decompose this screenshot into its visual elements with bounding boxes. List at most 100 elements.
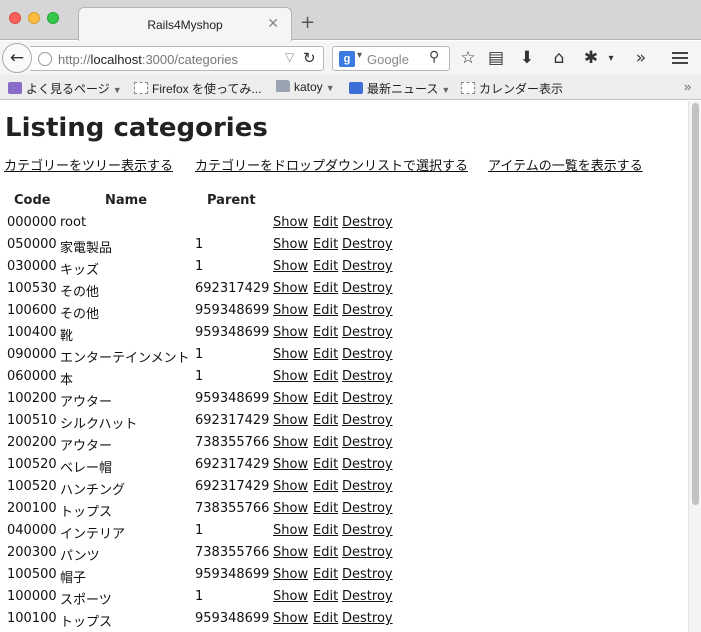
destroy-link[interactable]: Destroy <box>342 237 393 252</box>
edit-link[interactable]: Edit <box>313 501 338 516</box>
destroy-link[interactable]: Destroy <box>342 347 393 362</box>
show-link[interactable]: Show <box>273 523 308 538</box>
show-link[interactable]: Show <box>273 413 308 428</box>
bookmark-star-icon[interactable]: ☆ <box>457 48 479 68</box>
edit-link[interactable]: Edit <box>313 369 338 384</box>
overflow-chevron-icon[interactable]: » <box>630 48 652 68</box>
reading-list-icon[interactable]: ▤ <box>485 48 507 68</box>
cell-parent: 692317429 <box>195 281 270 296</box>
destroy-link[interactable]: Destroy <box>342 567 393 582</box>
url-history-dropdown-icon[interactable]: ▽ <box>285 50 294 64</box>
show-link[interactable]: Show <box>273 479 308 494</box>
destroy-link[interactable]: Destroy <box>342 589 393 604</box>
show-link[interactable]: Show <box>273 545 308 560</box>
table-row: 100400 靴 959348699 Show Edit Destroy <box>5 325 405 347</box>
destroy-link[interactable]: Destroy <box>342 391 393 406</box>
edit-link[interactable]: Edit <box>313 545 338 560</box>
show-link[interactable]: Show <box>273 589 308 604</box>
show-link[interactable]: Show <box>273 347 308 362</box>
edit-link[interactable]: Edit <box>313 567 338 582</box>
show-link[interactable]: Show <box>273 369 308 384</box>
edit-link[interactable]: Edit <box>313 391 338 406</box>
link-category-dropdown[interactable]: カテゴリーをドロップダウンリストで選択する <box>195 155 468 174</box>
destroy-link[interactable]: Destroy <box>342 435 393 450</box>
show-link[interactable]: Show <box>273 303 308 318</box>
home-icon[interactable]: ⌂ <box>548 48 570 68</box>
cell-code: 000000 <box>7 215 57 230</box>
minimize-window-button[interactable] <box>28 12 40 24</box>
url-text[interactable]: http://localhost:3000/categories <box>58 52 238 67</box>
destroy-link[interactable]: Destroy <box>342 523 393 538</box>
scrollbar-thumb[interactable] <box>692 103 699 505</box>
edit-link[interactable]: Edit <box>313 347 338 362</box>
destroy-link[interactable]: Destroy <box>342 281 393 296</box>
destroy-link[interactable]: Destroy <box>342 259 393 274</box>
link-items-list[interactable]: アイテムの一覧を表示する <box>488 155 643 174</box>
firebug-icon[interactable]: ✱ <box>580 48 602 68</box>
edit-link[interactable]: Edit <box>313 611 338 626</box>
google-engine-icon[interactable]: g <box>339 51 355 67</box>
destroy-link[interactable]: Destroy <box>342 457 393 472</box>
link-category-tree[interactable]: カテゴリーをツリー表示する <box>4 155 173 174</box>
show-link[interactable]: Show <box>273 259 308 274</box>
edit-link[interactable]: Edit <box>313 237 338 252</box>
new-tab-icon[interactable]: + <box>300 12 315 33</box>
bookmark-firefox-start[interactable]: Firefox を使ってみ... <box>134 80 261 97</box>
edit-link[interactable]: Edit <box>313 281 338 296</box>
show-link[interactable]: Show <box>273 435 308 450</box>
destroy-link[interactable]: Destroy <box>342 501 393 516</box>
destroy-link[interactable]: Destroy <box>342 303 393 318</box>
chevron-down-icon: ▼ <box>112 85 122 95</box>
bookmarks-overflow-icon[interactable]: » <box>684 79 691 94</box>
download-icon[interactable]: ⬇ <box>516 48 538 68</box>
destroy-link[interactable]: Destroy <box>342 325 393 340</box>
browser-tab[interactable]: Rails4Myshop ✕ <box>78 7 292 41</box>
show-link[interactable]: Show <box>273 325 308 340</box>
close-window-button[interactable] <box>9 12 21 24</box>
engine-dropdown-icon[interactable]: ▾ <box>357 50 362 61</box>
edit-link[interactable]: Edit <box>313 523 338 538</box>
edit-link[interactable]: Edit <box>313 413 338 428</box>
cell-name: アウター <box>60 395 113 410</box>
show-link[interactable]: Show <box>273 611 308 626</box>
search-bar[interactable]: g ▾ Google ⚲ <box>332 46 450 71</box>
show-link[interactable]: Show <box>273 567 308 582</box>
zoom-window-button[interactable] <box>47 12 59 24</box>
page-scrollbar[interactable] <box>688 101 701 632</box>
search-icon[interactable]: ⚲ <box>429 49 439 65</box>
edit-link[interactable]: Edit <box>313 457 338 472</box>
edit-link[interactable]: Edit <box>313 325 338 340</box>
show-link[interactable]: Show <box>273 281 308 296</box>
table-row: 200200 アウター 738355766 Show Edit Destroy <box>5 435 405 457</box>
destroy-link[interactable]: Destroy <box>342 215 393 230</box>
show-link[interactable]: Show <box>273 237 308 252</box>
show-link[interactable]: Show <box>273 215 308 230</box>
destroy-link[interactable]: Destroy <box>342 369 393 384</box>
cell-name: root <box>60 215 87 230</box>
bookmark-most-visited[interactable]: よく見るページ ▼ <box>8 80 122 97</box>
back-button[interactable]: ← <box>2 43 32 73</box>
edit-link[interactable]: Edit <box>313 259 338 274</box>
bookmark-katoy[interactable]: katoy ▼ <box>276 80 335 94</box>
show-link[interactable]: Show <box>273 457 308 472</box>
hamburger-menu-icon[interactable] <box>672 52 688 67</box>
tab-close-icon[interactable]: ✕ <box>267 16 279 32</box>
show-link[interactable]: Show <box>273 501 308 516</box>
edit-link[interactable]: Edit <box>313 303 338 318</box>
edit-link[interactable]: Edit <box>313 215 338 230</box>
edit-link[interactable]: Edit <box>313 589 338 604</box>
show-link[interactable]: Show <box>273 391 308 406</box>
table-row: 200100 トップス 738355766 Show Edit Destroy <box>5 501 405 523</box>
cell-parent: 738355766 <box>195 435 270 450</box>
edit-link[interactable]: Edit <box>313 479 338 494</box>
bookmark-latest-news[interactable]: 最新ニュース ▼ <box>349 80 450 97</box>
firebug-dropdown-icon[interactable]: ▾ <box>600 53 622 64</box>
destroy-link[interactable]: Destroy <box>342 413 393 428</box>
edit-link[interactable]: Edit <box>313 435 338 450</box>
reload-icon[interactable]: ↻ <box>303 49 316 67</box>
destroy-link[interactable]: Destroy <box>342 545 393 560</box>
destroy-link[interactable]: Destroy <box>342 479 393 494</box>
destroy-link[interactable]: Destroy <box>342 611 393 626</box>
bookmark-calendar[interactable]: カレンダー表示 <box>461 80 563 97</box>
url-bar[interactable]: http://localhost:3000/categories ▽ ↻ <box>30 46 324 71</box>
